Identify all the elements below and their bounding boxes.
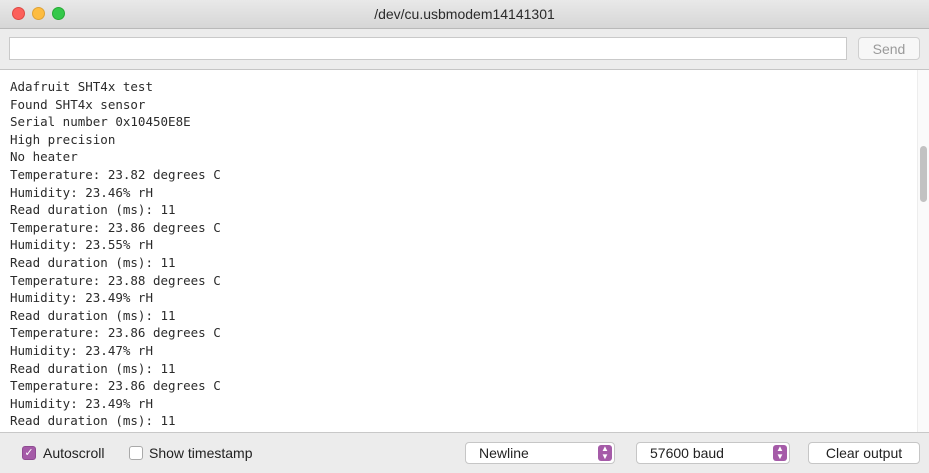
show-timestamp-checkbox[interactable]	[129, 446, 143, 460]
title-bar: /dev/cu.usbmodem14141301	[0, 0, 929, 29]
serial-monitor-window: /dev/cu.usbmodem14141301 Send Adafruit S…	[0, 0, 929, 473]
output-line: No heater	[10, 149, 78, 165]
clear-output-button[interactable]: Clear output	[808, 442, 920, 464]
check-icon: ✓	[24, 447, 34, 459]
output-line: Humidity: 23.47% rH	[10, 342, 153, 358]
line-ending-value: Newline	[479, 445, 529, 461]
updown-arrow-icon: ▲ ▼	[773, 445, 787, 461]
vertical-scrollbar[interactable]	[917, 70, 929, 432]
output-line: Read duration (ms): 11	[10, 307, 176, 323]
output-line: Read duration (ms): 11	[10, 360, 176, 376]
output-line: High precision	[10, 131, 116, 147]
output-line: Temperature: 23.82 degrees C	[10, 166, 221, 182]
output-line: Temperature: 23.86 degrees C	[10, 378, 221, 394]
output-lines: Adafruit SHT4x test Found SHT4x sensor Ser…	[10, 78, 221, 430]
baud-rate-value: 57600 baud	[650, 445, 724, 461]
autoscroll-checkbox[interactable]: ✓	[22, 446, 36, 460]
baud-rate-select[interactable]: 57600 baud ▲ ▼	[636, 442, 790, 464]
scrollbar-thumb[interactable]	[920, 146, 927, 202]
output-line: Read duration (ms): 11	[10, 413, 176, 429]
output-line: Humidity: 23.49% rH	[10, 395, 153, 411]
output-line: Temperature: 23.88 degrees C	[10, 272, 221, 288]
output-line: Read duration (ms): 11	[10, 202, 176, 218]
output-line: Temperature: 23.86 degrees C	[10, 219, 221, 235]
output-line: Read duration (ms): 11	[10, 254, 176, 270]
show-timestamp-label[interactable]: Show timestamp	[149, 445, 252, 461]
output-line: Humidity: 23.46% rH	[10, 184, 153, 200]
output-line: Found SHT4x sensor	[10, 96, 146, 112]
output-line: Humidity: 23.49% rH	[10, 290, 153, 306]
output-line: Temperature: 23.86 degrees C	[10, 325, 221, 341]
line-ending-select[interactable]: Newline ▲ ▼	[465, 442, 615, 464]
updown-arrow-icon: ▲ ▼	[598, 445, 612, 461]
output-line: Adafruit SHT4x test	[10, 79, 153, 94]
serial-input[interactable]	[9, 37, 847, 60]
output-line: Humidity: 23.55% rH	[10, 237, 153, 253]
output-line: Serial number 0x10450E8E	[10, 114, 191, 130]
send-button[interactable]: Send	[858, 37, 920, 60]
autoscroll-label[interactable]: Autoscroll	[43, 445, 104, 461]
window-title: /dev/cu.usbmodem14141301	[374, 6, 555, 22]
status-footer: ✓ Autoscroll Show timestamp Newline ▲ ▼ 5…	[0, 432, 929, 473]
serial-output[interactable]: Adafruit SHT4x test Found SHT4x sensor Ser…	[0, 70, 929, 432]
send-bar: Send	[0, 29, 929, 70]
